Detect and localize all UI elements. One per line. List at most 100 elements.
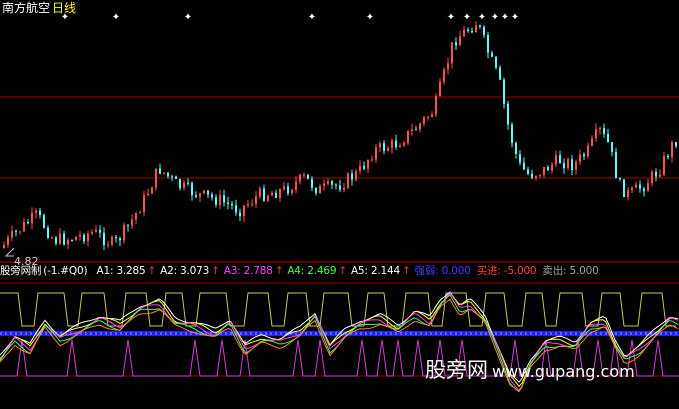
candle bbox=[219, 189, 221, 209]
zero-band-dot bbox=[95, 332, 97, 335]
candle bbox=[463, 26, 465, 37]
zero-band-dot bbox=[135, 332, 137, 335]
zero-band-dot bbox=[445, 332, 447, 335]
zero-band-dot bbox=[5, 332, 7, 335]
candle bbox=[295, 176, 297, 194]
zero-band-dot bbox=[150, 332, 152, 335]
candle bbox=[259, 186, 261, 200]
up-arrow-icon: ↑ bbox=[211, 265, 220, 277]
candle bbox=[39, 208, 41, 219]
watermark: 股旁网 www.gupang.com bbox=[425, 356, 675, 384]
candle bbox=[407, 130, 409, 145]
candle bbox=[351, 169, 353, 186]
candle bbox=[27, 219, 29, 225]
candle bbox=[175, 175, 177, 179]
zero-band-dot bbox=[495, 332, 497, 335]
candle bbox=[243, 205, 245, 222]
zero-band-dot bbox=[110, 332, 112, 335]
candle bbox=[291, 188, 293, 196]
candle bbox=[559, 150, 561, 164]
candle bbox=[15, 229, 17, 237]
candle bbox=[275, 189, 277, 199]
zero-band-dot bbox=[605, 332, 607, 335]
candle bbox=[623, 179, 625, 198]
candle bbox=[339, 180, 341, 193]
candle bbox=[639, 180, 641, 193]
candle bbox=[615, 147, 617, 179]
zero-band-dot bbox=[615, 332, 617, 335]
candle bbox=[571, 155, 573, 176]
zero-band-dot bbox=[355, 332, 357, 335]
zero-band-dot bbox=[155, 332, 157, 335]
candle bbox=[67, 237, 69, 249]
star-marker-icon: ✦ bbox=[463, 12, 471, 23]
candle bbox=[459, 30, 461, 46]
candle bbox=[527, 166, 529, 176]
zero-band-dot bbox=[365, 332, 367, 335]
candlestick-series[interactable] bbox=[3, 21, 677, 251]
candle bbox=[523, 157, 525, 171]
candle bbox=[147, 188, 149, 197]
candle bbox=[155, 168, 157, 191]
candle bbox=[83, 233, 85, 244]
zero-band-dot bbox=[455, 332, 457, 335]
zero-band-dot bbox=[310, 332, 312, 335]
candle bbox=[307, 174, 309, 180]
zero-band-dot bbox=[380, 332, 382, 335]
zero-band-dot bbox=[90, 332, 92, 335]
candle bbox=[331, 179, 333, 189]
zero-band-dot bbox=[625, 332, 627, 335]
zero-band-dot bbox=[450, 332, 452, 335]
candle bbox=[143, 190, 145, 217]
zero-band-dot bbox=[100, 332, 102, 335]
candle bbox=[423, 115, 425, 127]
zero-band-dot bbox=[130, 332, 132, 335]
candle bbox=[519, 150, 521, 166]
indicator-params: (-1.#Q0) bbox=[43, 265, 88, 277]
candle bbox=[187, 178, 189, 186]
candle bbox=[63, 230, 65, 246]
candle bbox=[59, 228, 61, 246]
zero-band-dot bbox=[385, 332, 387, 335]
zero-band-dot bbox=[550, 332, 552, 335]
candle bbox=[127, 224, 129, 232]
candle bbox=[671, 140, 673, 163]
zero-band-dot bbox=[245, 332, 247, 335]
zero-band-dot bbox=[225, 332, 227, 335]
candle bbox=[75, 236, 77, 241]
candle bbox=[323, 179, 325, 191]
candle bbox=[195, 191, 197, 199]
candle bbox=[607, 128, 609, 143]
chart-title: 南方航空 日线 bbox=[2, 1, 76, 15]
indicator-value-a1: A1: 3.285 bbox=[96, 265, 146, 277]
candle bbox=[631, 186, 633, 193]
star-marker-icon: ✦ bbox=[308, 12, 316, 23]
candle bbox=[231, 200, 233, 210]
candle bbox=[299, 173, 301, 185]
candle bbox=[503, 77, 505, 109]
candle bbox=[611, 142, 613, 157]
candle bbox=[319, 183, 321, 194]
candle bbox=[667, 154, 669, 160]
candle bbox=[603, 123, 605, 138]
candle bbox=[399, 142, 401, 148]
zero-band-dot bbox=[465, 332, 467, 335]
candle bbox=[315, 187, 317, 196]
candle bbox=[675, 142, 677, 149]
candle bbox=[483, 25, 485, 38]
candle bbox=[443, 67, 445, 85]
candle bbox=[159, 163, 161, 175]
candle bbox=[403, 140, 405, 148]
candle bbox=[567, 157, 569, 171]
zero-band-dot bbox=[295, 332, 297, 335]
candle bbox=[495, 55, 497, 70]
candle bbox=[507, 100, 509, 130]
zero-band-dot bbox=[600, 332, 602, 335]
watermark-url: www.gupang.com bbox=[492, 362, 635, 381]
period-label: 日线 bbox=[52, 1, 77, 15]
zero-band-dot bbox=[370, 332, 372, 335]
zero-band-dot bbox=[230, 332, 232, 335]
zero-band-dot bbox=[410, 332, 412, 335]
zero-band-dot bbox=[425, 332, 427, 335]
candle bbox=[363, 161, 365, 171]
